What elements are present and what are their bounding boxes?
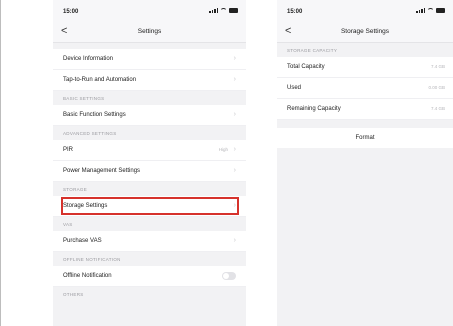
nav-bar: < Settings [53,22,246,43]
wifi-icon [220,8,227,13]
page-title: Storage Settings [340,28,390,35]
chevron-right-icon: › [233,146,236,153]
nav-bar: < Storage Settings [277,22,453,43]
storage-settings-row[interactable]: Storage Settings › [53,196,246,217]
chevron-right-icon: › [233,111,236,118]
row-label: Used [287,85,302,91]
row-label: Total Capacity [287,64,325,70]
section-header-advanced: ADVANCED SETTINGS [63,131,117,136]
page-title: Settings [137,28,162,35]
section-header-others: OTHERS [63,292,84,297]
status-time: 15:00 [63,9,79,15]
section-header-vas: VAS [63,222,73,227]
row-label: Offline Notification [63,273,112,279]
settings-screen: 15:00 < Settings Device Information › Ta… [53,0,246,326]
pir-row[interactable]: PIR High › [53,140,246,161]
status-time: 15:00 [287,9,303,15]
row-label: Purchase VAS [63,238,102,244]
section-header-storage: STORAGE [63,187,88,192]
status-bar: 15:00 [53,0,246,22]
remaining-capacity-row: Remaining Capacity 7.4 GB [277,99,453,120]
basic-function-settings-row[interactable]: Basic Function Settings › [53,105,246,126]
row-label: Basic Function Settings [63,112,126,118]
row-label: Device Information [63,56,114,62]
format-button[interactable]: Format [277,128,453,148]
device-information-row[interactable]: Device Information › [53,49,246,70]
section-header-basic: BASIC SETTINGS [63,96,105,101]
signal-icon [416,8,425,13]
chevron-right-icon: › [233,55,236,62]
used-row: Used 0.00 GB [277,78,453,99]
total-capacity-row: Total Capacity 7.4 GB [277,57,453,78]
power-management-row[interactable]: Power Management Settings › [53,161,246,182]
battery-icon [436,8,445,13]
left-frame-border [0,0,1,326]
row-label: PIR [63,147,74,153]
chevron-right-icon: › [233,237,236,244]
row-label: Power Management Settings [63,168,141,174]
storage-settings-screen: 15:00 < Storage Settings STORAGE CAPACIT… [277,0,453,326]
offline-notification-toggle[interactable] [222,272,236,280]
tap-to-run-row[interactable]: Tap-to-Run and Automation › [53,70,246,91]
highlight-box [61,197,239,215]
purchase-vas-row[interactable]: Purchase VAS › [53,231,246,252]
remaining-capacity-value: 7.4 GB [430,106,445,111]
used-value: 0.00 GB [428,85,445,90]
total-capacity-value: 7.4 GB [430,64,445,69]
row-label: Tap-to-Run and Automation [63,77,137,83]
section-header-offline: OFFLINE NOTIFICATION [63,257,121,262]
row-label: Remaining Capacity [287,106,341,112]
section-header-storage-capacity: STORAGE CAPACITY [287,48,338,53]
status-bar: 15:00 [277,0,453,22]
wifi-icon [427,8,434,13]
battery-icon [229,8,238,13]
offline-notification-row: Offline Notification [53,266,246,287]
chevron-right-icon: › [233,76,236,83]
signal-icon [209,8,218,13]
chevron-right-icon: › [233,167,236,174]
pir-value: High [218,147,228,152]
